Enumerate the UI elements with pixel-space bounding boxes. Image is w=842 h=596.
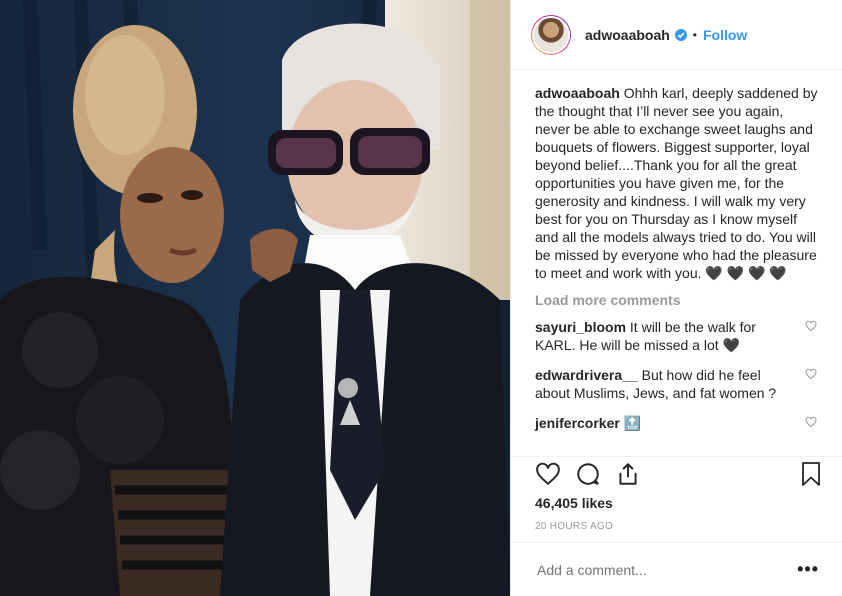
post-header: adwoaaboah • Follow [511,0,842,70]
post-actions: 46,405 likes 20 HOURS AGO ••• [511,456,842,596]
comment-text: 🔝 [623,415,642,431]
post-photo[interactable] [0,0,510,596]
post-caption: adwoaaboah Ohhh karl, deeply saddened by… [535,84,819,282]
caption-text: Ohhh karl, deeply saddened by the though… [535,85,818,281]
comments-section[interactable]: adwoaaboah Ohhh karl, deeply saddened by… [511,70,842,456]
share-upload-icon[interactable] [615,461,641,487]
like-comment-heart-icon[interactable] [805,416,817,428]
comment-item: edwardrivera__ But how did he feel about… [535,366,819,402]
comment-username[interactable]: jenifercorker [535,415,620,431]
comment-username[interactable]: edwardrivera__ [535,367,638,383]
instagram-post: adwoaaboah • Follow adwoaaboah Ohhh karl… [0,0,842,596]
like-heart-icon[interactable] [535,461,561,487]
comment-item: jenifercorker 🔝 [535,414,819,432]
add-comment-bar: ••• [511,542,842,596]
add-comment-input[interactable] [535,560,798,579]
avatar[interactable] [531,14,571,55]
post-sidebar: adwoaaboah • Follow adwoaaboah Ohhh karl… [510,0,842,596]
header-username[interactable]: adwoaaboah [585,27,670,43]
likes-count[interactable]: 46,405 likes [535,495,613,511]
post-timestamp: 20 HOURS AGO [535,521,614,532]
action-icons [535,461,641,487]
like-comment-heart-icon[interactable] [805,368,817,380]
comment-bubble-icon[interactable] [575,461,601,487]
load-more-comments-button[interactable]: Load more comments [535,292,819,308]
avatar-image [532,15,570,54]
caption-username[interactable]: adwoaaboah [535,85,620,101]
like-comment-heart-icon[interactable] [805,320,817,332]
more-options-button[interactable]: ••• [797,559,819,580]
header-separator: • [692,27,697,42]
follow-button[interactable]: Follow [703,27,747,43]
photo-illustration [0,0,510,596]
verified-badge-icon [674,28,687,41]
save-bookmark-icon[interactable] [799,461,823,487]
comment-item: sayuri_bloom It will be the walk for KAR… [535,318,819,354]
comment-username[interactable]: sayuri_bloom [535,319,626,335]
